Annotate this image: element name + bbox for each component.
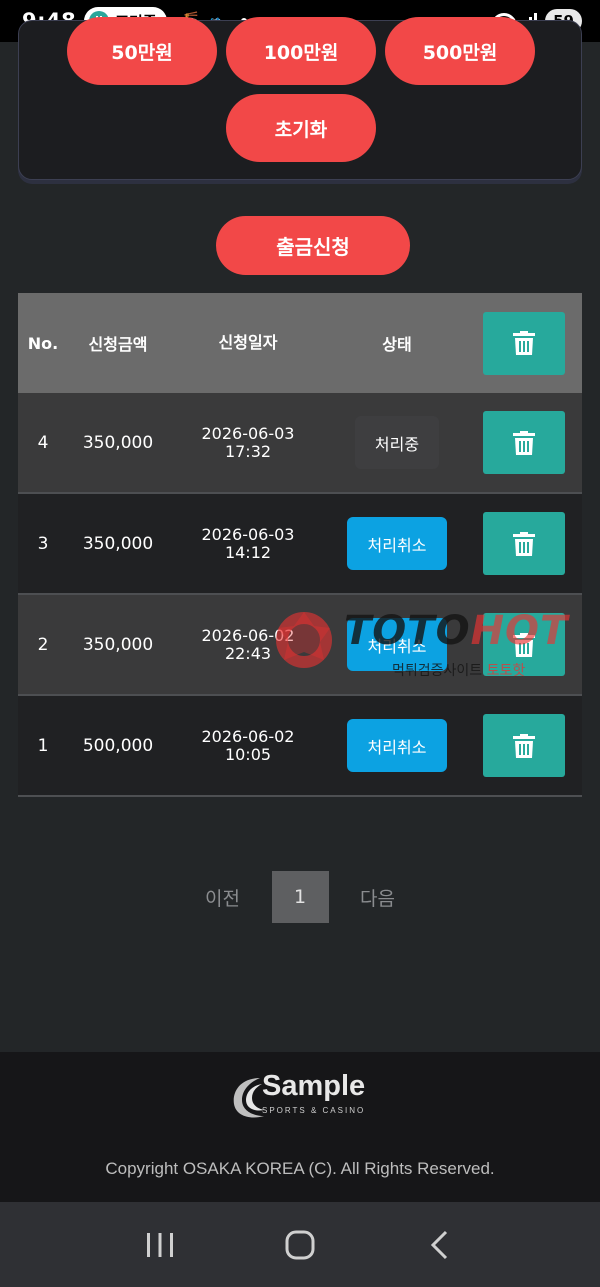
delete-row-button[interactable] bbox=[483, 714, 565, 777]
cell-date-day: 2026-06-03 bbox=[201, 524, 295, 544]
table-row: 3 350,000 2026-06-03 14:12 처리취소 bbox=[18, 494, 582, 595]
table-row: 4 350,000 2026-06-03 17:32 처리중 bbox=[18, 393, 582, 494]
withdraw-request-button[interactable]: 출금신청 bbox=[216, 216, 410, 275]
table-header: No. 신청금액 신청일자 상태 bbox=[18, 293, 582, 393]
status-badge[interactable]: 처리취소 bbox=[347, 618, 447, 671]
delete-row-button[interactable] bbox=[483, 613, 565, 676]
trash-icon bbox=[513, 331, 535, 355]
cell-no: 4 bbox=[37, 432, 49, 453]
delete-row-button[interactable] bbox=[483, 512, 565, 575]
delete-row-button[interactable] bbox=[483, 411, 565, 474]
cell-date: 2026-06-03 14:12 bbox=[168, 524, 328, 562]
status-badge: 처리중 bbox=[355, 416, 439, 469]
cell-date: 2026-06-02 10:05 bbox=[168, 726, 328, 764]
cell-no: 1 bbox=[37, 735, 49, 756]
recent-apps-button[interactable] bbox=[130, 1215, 190, 1275]
amount-500-button[interactable]: 500만원 bbox=[385, 17, 535, 85]
header-amount: 신청금액 bbox=[88, 335, 148, 354]
footer: Sample SPORTS & CASINO Copyright OSAKA K… bbox=[0, 1052, 600, 1202]
pagination: 이전 1 다음 bbox=[0, 871, 600, 923]
page-number-current[interactable]: 1 bbox=[271, 871, 329, 923]
prev-page-link[interactable]: 이전 bbox=[188, 884, 258, 911]
cell-date-time: 22:43 bbox=[224, 643, 272, 663]
status-badge[interactable]: 처리취소 bbox=[347, 719, 447, 772]
recent-apps-icon bbox=[147, 1232, 173, 1257]
cell-date: 2026-06-02 22:43 bbox=[168, 625, 328, 663]
status-badge[interactable]: 처리취소 bbox=[347, 517, 447, 570]
home-icon bbox=[285, 1230, 315, 1259]
amount-panel: 50만원 100만원 500만원 초기화 bbox=[18, 17, 582, 180]
cell-amount: 350,000 bbox=[82, 432, 154, 453]
header-status: 상태 bbox=[382, 335, 412, 354]
trash-icon bbox=[513, 531, 535, 556]
trash-icon bbox=[513, 430, 535, 455]
cell-date-time: 14:12 bbox=[224, 542, 272, 562]
cell-date-day: 2026-06-02 bbox=[201, 625, 295, 645]
amount-50-button[interactable]: 50만원 bbox=[67, 17, 217, 85]
header-date: 신청일자 bbox=[218, 333, 278, 352]
next-page-link[interactable]: 다음 bbox=[343, 884, 413, 911]
cell-date: 2026-06-03 17:32 bbox=[168, 423, 328, 461]
back-icon bbox=[430, 1230, 448, 1259]
cell-no: 2 bbox=[37, 634, 49, 655]
brand-logo: Sample SPORTS & CASINO bbox=[230, 1070, 375, 1126]
cell-no: 3 bbox=[37, 533, 49, 554]
amount-100-button[interactable]: 100만원 bbox=[226, 17, 376, 85]
trash-icon bbox=[513, 632, 535, 657]
trash-icon bbox=[513, 733, 535, 758]
withdraw-history-table: No. 신청금액 신청일자 상태 4 350,000 2026-06-03 17:… bbox=[18, 293, 582, 797]
cell-date-day: 2026-06-02 bbox=[201, 726, 295, 746]
home-button[interactable] bbox=[270, 1215, 330, 1275]
cell-amount: 500,000 bbox=[82, 735, 154, 756]
system-nav-bar bbox=[0, 1202, 600, 1287]
back-button[interactable] bbox=[410, 1215, 470, 1275]
table-row: 2 350,000 2026-06-02 22:43 처리취소 bbox=[18, 595, 582, 696]
copyright-text: Copyright OSAKA KOREA (C). All Rights Re… bbox=[105, 1159, 495, 1178]
cell-date-time: 10:05 bbox=[224, 744, 272, 764]
brand-name: Sample bbox=[262, 1070, 366, 1102]
cell-date-day: 2026-06-03 bbox=[201, 423, 295, 443]
cell-date-time: 17:32 bbox=[224, 441, 272, 461]
delete-all-button[interactable] bbox=[483, 311, 565, 375]
cell-amount: 350,000 bbox=[82, 533, 154, 554]
reset-button[interactable]: 초기화 bbox=[226, 94, 376, 162]
brand-tagline: SPORTS & CASINO bbox=[262, 1106, 366, 1115]
cell-amount: 350,000 bbox=[82, 634, 154, 655]
table-row: 1 500,000 2026-06-02 10:05 처리취소 bbox=[18, 696, 582, 797]
header-no: No. bbox=[27, 333, 59, 353]
